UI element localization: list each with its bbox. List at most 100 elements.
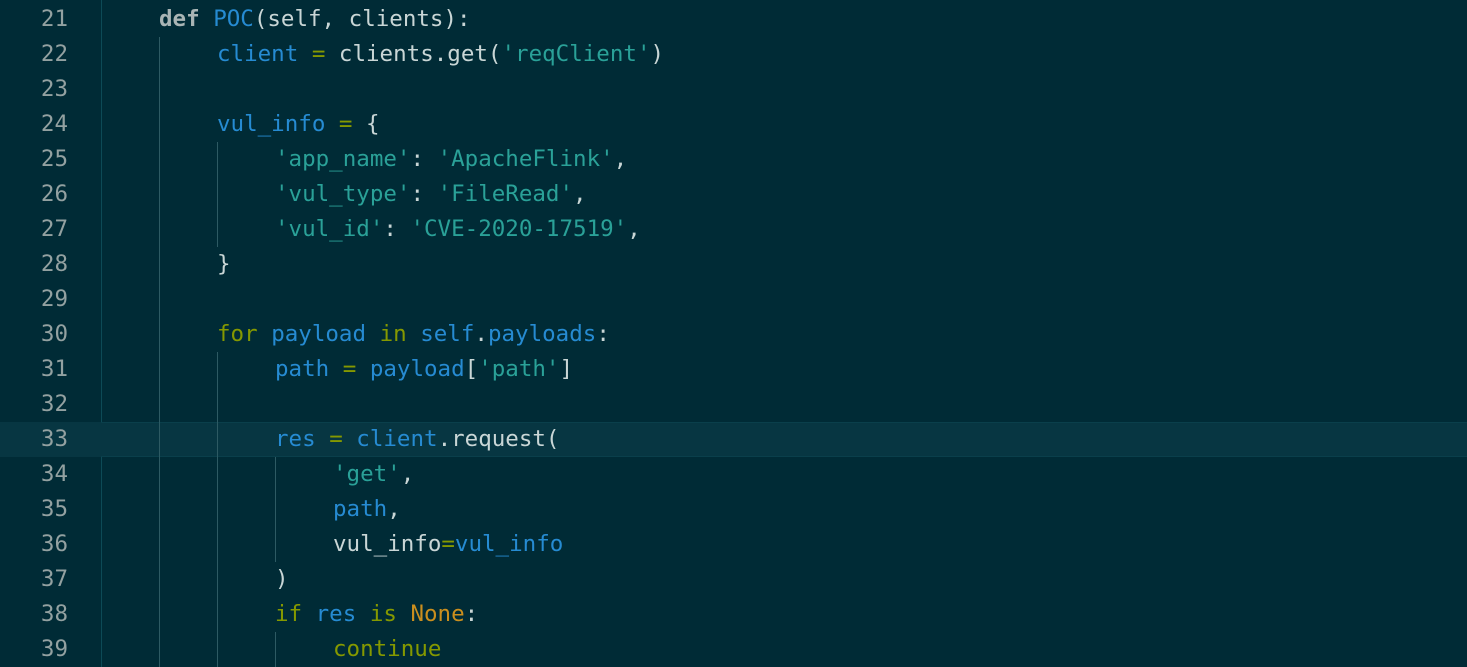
code-token: .	[474, 321, 488, 347]
code-line[interactable]: 25 'app_name': 'ApacheFlink',	[0, 142, 1467, 177]
code-token: payload	[271, 321, 367, 347]
code-text: client = clients.get('reqClient')	[217, 37, 664, 72]
code-token: :	[410, 146, 438, 172]
code-text: if res is None:	[275, 597, 478, 632]
code-token: payload	[369, 356, 465, 382]
indent-guide	[217, 142, 218, 247]
line-number: 38	[40, 601, 68, 627]
code-token: 'path'	[478, 356, 560, 382]
code-token: :	[596, 321, 610, 347]
line-number: 39	[40, 636, 68, 662]
indent-guide	[217, 352, 218, 667]
code-token: 'reqClient'	[501, 41, 651, 67]
code-token: ,	[387, 496, 401, 522]
code-token: path	[333, 496, 388, 522]
code-text: }	[217, 247, 231, 282]
line-number: 27	[40, 216, 68, 242]
code-token: self	[420, 321, 475, 347]
code-token: )	[650, 41, 665, 67]
line-number: 37	[40, 566, 68, 592]
code-token: ]	[559, 356, 574, 382]
code-line[interactable]: 32	[0, 387, 1467, 422]
code-token: vul_info	[454, 531, 564, 557]
code-line[interactable]: 36 vul_info=vul_info	[0, 527, 1467, 562]
line-number: 32	[40, 391, 68, 417]
code-line[interactable]: 22 client = clients.get('reqClient')	[0, 37, 1467, 72]
code-text: vul_info = {	[217, 107, 380, 142]
code-text: for payload in self.payloads:	[217, 317, 610, 352]
indent-guide	[159, 37, 160, 667]
code-token: 'CVE-2020-17519'	[410, 216, 628, 242]
code-line[interactable]: 21 def POC(self, clients):	[0, 2, 1467, 37]
code-line[interactable]: 31 path = payload['path']	[0, 352, 1467, 387]
code-token: res	[275, 426, 316, 452]
line-number: 28	[40, 251, 68, 277]
code-text: res = client.request(	[275, 422, 559, 457]
code-editor[interactable]: 21 def POC(self, clients): 22 client = clie…	[0, 0, 1467, 667]
code-text: continue	[333, 632, 441, 667]
code-token: }	[217, 251, 231, 277]
code-token: def	[159, 6, 200, 32]
line-number: 25	[40, 146, 68, 172]
code-token: path	[275, 356, 330, 382]
code-token: 'vul_id'	[275, 216, 384, 242]
code-token: :	[464, 601, 479, 627]
code-token: 'app_name'	[275, 146, 411, 172]
code-token: POC	[213, 6, 254, 32]
code-line[interactable]: 34 'get',	[0, 457, 1467, 492]
code-line[interactable]: 27 'vul_id': 'CVE-2020-17519',	[0, 212, 1467, 247]
code-token: 'vul_type'	[275, 181, 411, 207]
code-text: def POC(self, clients):	[159, 2, 471, 37]
code-line[interactable]: 26 'vul_type': 'FileRead',	[0, 177, 1467, 212]
code-line[interactable]: 35 path,	[0, 492, 1467, 527]
line-number: 22	[40, 41, 68, 67]
code-line[interactable]: 39 continue	[0, 632, 1467, 667]
code-token: :	[383, 216, 411, 242]
code-line[interactable]: 24 vul_info = {	[0, 107, 1467, 142]
code-line[interactable]: 28}	[0, 247, 1467, 282]
code-token: =	[311, 41, 326, 67]
code-text: )	[275, 562, 289, 597]
code-token: ,	[573, 181, 587, 207]
code-text: path,	[333, 492, 401, 527]
code-token: .request(	[437, 426, 560, 452]
code-token: vul_info	[333, 531, 442, 557]
code-line[interactable]: 29	[0, 282, 1467, 317]
code-text: vul_info=vul_info	[333, 527, 563, 562]
code-line[interactable]: 23	[0, 72, 1467, 107]
code-token: None	[410, 601, 465, 627]
code-text: 'vul_type': 'FileRead',	[275, 177, 587, 212]
code-token: =	[441, 531, 455, 557]
line-number: 33	[40, 426, 68, 452]
code-token: in	[379, 321, 407, 347]
line-number: 30	[40, 321, 68, 347]
code-text: 'vul_id': 'CVE-2020-17519',	[275, 212, 641, 247]
code-line[interactable]: 30 for payload in self.payloads:	[0, 317, 1467, 352]
code-line[interactable]: 33 res = client.request(	[0, 422, 1467, 457]
line-number: 21	[40, 6, 68, 32]
code-token: =	[329, 426, 343, 452]
code-token: ,	[400, 461, 415, 487]
code-token: is	[369, 601, 397, 627]
code-line[interactable]: 37)	[0, 562, 1467, 597]
code-token: :	[410, 181, 438, 207]
code-token: ,	[627, 216, 641, 242]
code-token: {	[352, 111, 380, 137]
line-number: 29	[40, 286, 68, 312]
code-token: (self, clients):	[253, 6, 471, 32]
code-token: payloads	[487, 321, 597, 347]
code-token: for	[217, 321, 258, 347]
code-token: =	[342, 356, 357, 382]
code-token: ,	[613, 146, 628, 172]
code-token: client	[217, 41, 299, 67]
code-line[interactable]: 38 if res is None:	[0, 597, 1467, 632]
